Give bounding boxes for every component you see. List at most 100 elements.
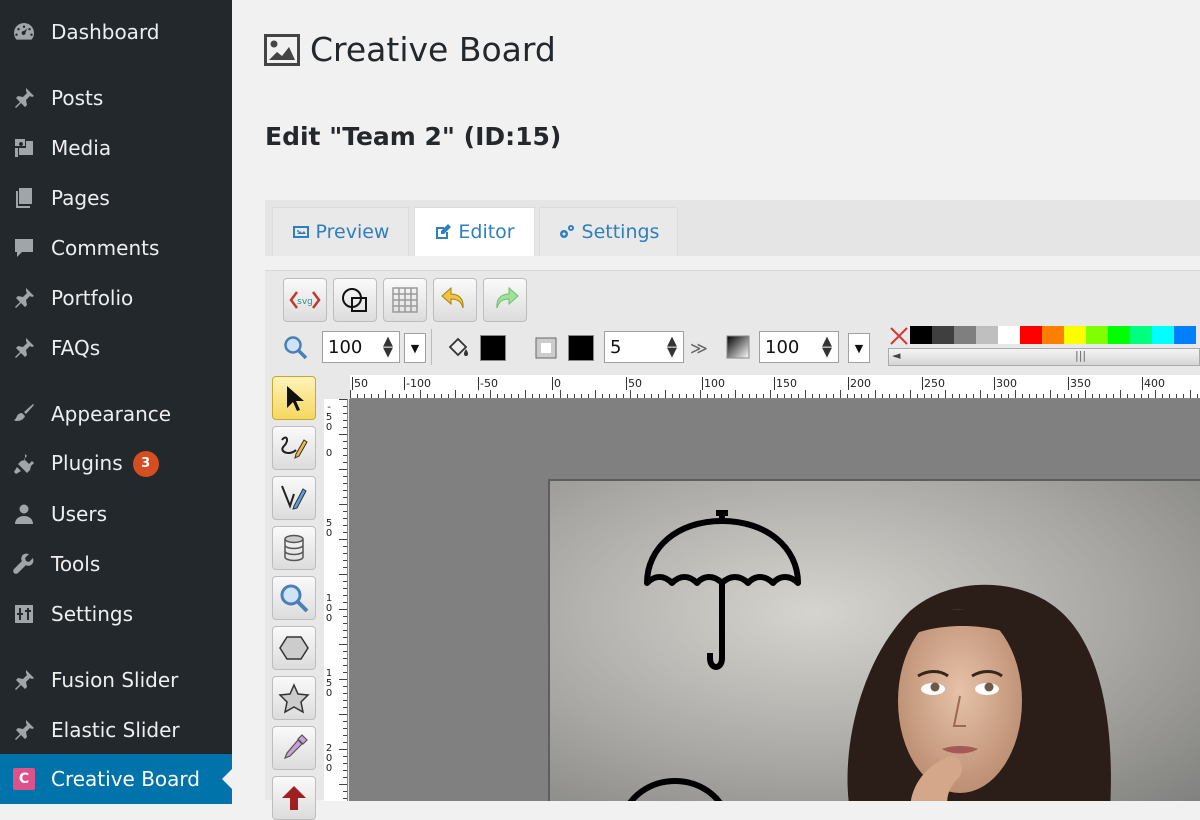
zoom-tool-button[interactable]	[272, 576, 316, 620]
ruler-minor-tick	[735, 390, 736, 398]
ruler-minor-tick	[896, 394, 897, 398]
ruler-minor-tick	[343, 560, 347, 561]
tab-preview[interactable]: Preview	[272, 207, 409, 256]
eyedropper-icon	[283, 734, 308, 760]
ruler-minor-tick	[441, 394, 442, 398]
ruler-minor-tick	[763, 394, 764, 398]
canvas-photo[interactable]	[548, 479, 1200, 801]
sidebar-item-plugins[interactable]: Plugins 3	[0, 439, 232, 489]
zoom-input[interactable]: 100 ▲ ▼	[322, 331, 400, 363]
ruler-minor-tick	[448, 394, 449, 398]
sidebar-item-label: Users	[51, 502, 108, 526]
palette-swatch[interactable]	[1064, 326, 1086, 344]
ruler-minor-tick	[721, 394, 722, 398]
stroke-color-swatch[interactable]	[568, 335, 594, 361]
pen-tool-button[interactable]	[272, 476, 316, 520]
palette-swatch[interactable]	[1020, 326, 1042, 344]
tab-editor[interactable]: Editor	[414, 207, 535, 256]
eyedropper-tool-button[interactable]	[272, 726, 316, 770]
sidebar-item-label: Tools	[51, 552, 101, 576]
palette-swatch[interactable]	[954, 326, 976, 344]
pencil-tool-button[interactable]	[272, 426, 316, 470]
palette-swatch[interactable]	[932, 326, 954, 344]
sidebar-item-comments[interactable]: Comments	[0, 223, 232, 273]
palette-swatch[interactable]	[1086, 326, 1108, 344]
ruler-minor-tick	[343, 651, 347, 652]
ruler-minor-tick	[546, 394, 547, 398]
redo-button[interactable]	[483, 278, 527, 322]
sidebar-item-elastic-slider[interactable]: Elastic Slider	[0, 705, 232, 755]
sidebar-item-label: Appearance	[51, 402, 172, 426]
ruler-minor-tick	[868, 394, 869, 398]
spinner-arrows-icon[interactable]: ▲ ▼	[383, 335, 393, 359]
polygon-tool-button[interactable]	[272, 626, 316, 670]
palette-swatch[interactable]	[1130, 326, 1152, 344]
stroke-style-icon[interactable]: ≫	[690, 339, 708, 359]
ruler-minor-tick	[539, 394, 540, 398]
stroke-width-input[interactable]: 5 ▲ ▼	[604, 331, 684, 363]
fill-bucket-icon	[448, 337, 468, 357]
undo-button[interactable]	[433, 278, 477, 322]
image-icon	[292, 226, 309, 238]
palette-swatch[interactable]	[910, 326, 932, 344]
ruler-minor-tick	[469, 394, 470, 398]
ruler-minor-tick	[679, 394, 680, 398]
ruler-minor-tick	[343, 770, 347, 771]
drawing-canvas[interactable]	[349, 399, 1200, 801]
ruler-minor-tick	[343, 448, 347, 449]
tab-settings[interactable]: Settings	[539, 207, 678, 256]
opacity-input[interactable]: 100 ▲ ▼	[759, 331, 839, 363]
grid-button[interactable]	[383, 278, 427, 322]
palette-swatch[interactable]	[1042, 326, 1064, 344]
chevron-down-icon: ▼	[410, 341, 420, 355]
database-tool-button[interactable]	[272, 526, 316, 570]
palette-scrollbar[interactable]: ◄ |||	[888, 348, 1200, 366]
sidebar-item-users[interactable]: Users	[0, 489, 232, 539]
ruler-minor-tick	[672, 394, 673, 398]
palette-swatch[interactable]	[976, 326, 998, 344]
ruler-minor-tick	[854, 394, 855, 398]
sidebar-item-tools[interactable]: Tools	[0, 539, 232, 589]
ruler-minor-tick	[952, 394, 953, 398]
ruler-minor-tick	[770, 390, 771, 398]
sidebar-item-settings[interactable]: Settings	[0, 589, 232, 639]
sidebar-item-dashboard[interactable]: Dashboard	[0, 7, 232, 57]
scroll-thumb-grip[interactable]: |||	[1075, 349, 1086, 362]
shapes-button[interactable]	[333, 278, 377, 322]
sidebar-item-posts[interactable]: Posts	[0, 73, 232, 123]
sidebar-item-creative-board[interactable]: C Creative Board	[0, 754, 232, 804]
ruler-minor-tick	[938, 394, 939, 398]
sidebar-item-fusion-slider[interactable]: Fusion Slider	[0, 655, 232, 705]
palette-swatch[interactable]	[998, 326, 1020, 344]
sidebar-item-faqs[interactable]: FAQs	[0, 323, 232, 373]
palette-swatch[interactable]	[1108, 326, 1130, 344]
spinner-arrows-icon[interactable]: ▲ ▼	[822, 335, 832, 359]
star-tool-button[interactable]	[272, 676, 316, 720]
sidebar-item-pages[interactable]: Pages	[0, 173, 232, 223]
no-color-icon[interactable]	[888, 326, 910, 346]
scroll-left-icon[interactable]: ◄	[892, 349, 900, 362]
ruler-tick-label: 350	[1068, 377, 1091, 390]
path-tool-button[interactable]	[272, 776, 316, 820]
ruler-minor-tick	[518, 394, 519, 398]
zoom-dropdown-button[interactable]: ▼	[404, 333, 426, 363]
palette-swatch[interactable]	[1152, 326, 1174, 344]
ruler-minor-tick	[504, 394, 505, 398]
svg-source-button[interactable]: svg	[283, 278, 327, 322]
sidebar-item-appearance[interactable]: Appearance	[0, 389, 232, 439]
pin-icon	[11, 285, 37, 311]
ruler-minor-tick	[343, 756, 347, 757]
ruler-tick-label: 100	[702, 377, 725, 390]
ruler-minor-tick	[525, 390, 526, 398]
ruler-minor-tick	[931, 394, 932, 398]
opacity-dropdown-button[interactable]: ▼	[848, 333, 870, 363]
ruler-tick-label: -50	[478, 377, 498, 390]
ruler-minor-tick	[1106, 394, 1107, 398]
fill-color-swatch[interactable]	[480, 335, 506, 361]
sidebar-item-media[interactable]: Media	[0, 123, 232, 173]
select-tool-button[interactable]	[272, 376, 316, 420]
palette-swatch[interactable]	[1174, 326, 1196, 344]
spinner-arrows-icon[interactable]: ▲ ▼	[667, 335, 677, 359]
ruler-minor-tick	[343, 791, 347, 792]
sidebar-item-portfolio[interactable]: Portfolio	[0, 273, 232, 323]
